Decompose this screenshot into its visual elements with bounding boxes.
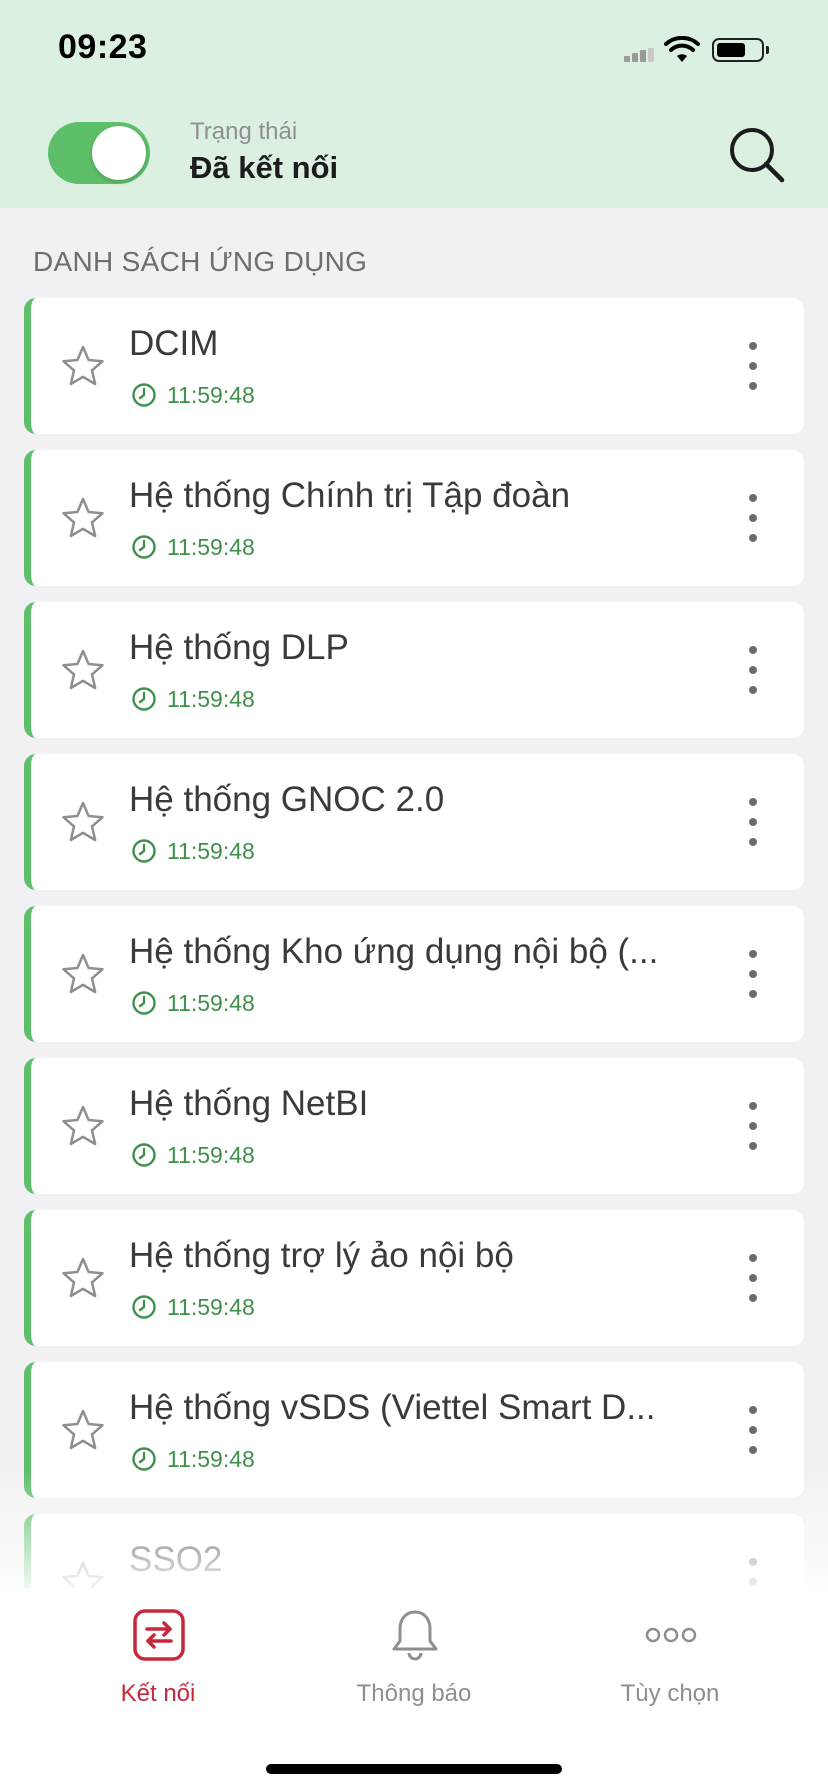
clock-icon	[132, 535, 156, 559]
app-name: Hệ thống trợ lý ảo nội bộ	[129, 1236, 514, 1275]
more-vertical-icon[interactable]	[743, 1100, 763, 1152]
more-vertical-icon[interactable]	[743, 340, 763, 392]
app-time: 11:59:48	[167, 1142, 255, 1168]
more-vertical-icon[interactable]	[743, 1252, 763, 1304]
more-vertical-icon[interactable]	[743, 644, 763, 696]
tab-options[interactable]: Tùy chọn	[532, 1588, 808, 1708]
connection-status-value: Đã kết nối	[190, 150, 339, 185]
more-vertical-icon[interactable]	[743, 1556, 763, 1588]
bell-icon	[392, 1610, 438, 1661]
tab-connect[interactable]: Kết nối	[20, 1588, 296, 1708]
signal-icon	[624, 48, 654, 62]
star-icon[interactable]	[61, 1256, 105, 1300]
more-vertical-icon[interactable]	[743, 796, 763, 848]
app-card[interactable]: Hệ thống Kho ứng dụng nội bộ (... 11:59:4…	[24, 906, 804, 1042]
app-name: Hệ thống NetBI	[129, 1084, 369, 1123]
clock-icon	[132, 839, 156, 863]
app-card[interactable]: SSO211:59:48	[24, 1514, 804, 1588]
tab-connect-label: Kết nối	[120, 1680, 196, 1707]
app-time: 11:59:48	[167, 534, 255, 560]
app-card[interactable]: Hệ thống DLP 11:59:48	[24, 602, 804, 738]
connect-icon	[133, 1609, 185, 1661]
star-icon[interactable]	[61, 496, 105, 540]
toggle-knob	[92, 126, 146, 180]
app-time: 11:59:48	[167, 1294, 255, 1320]
app-card[interactable]: Hệ thống trợ lý ảo nội bộ 11:59:48	[24, 1210, 804, 1346]
app-name: Hệ thống GNOC 2.0	[129, 780, 445, 819]
tab-bar: Kết nối Thông báo Tùy chọn	[0, 1588, 828, 1792]
clock-icon	[132, 1143, 156, 1167]
more-vertical-icon[interactable]	[743, 948, 763, 1000]
section-title: DANH SÁCH ỨNG DỤNG	[33, 246, 368, 277]
connection-toggle[interactable]	[48, 122, 150, 184]
wifi-icon	[664, 36, 700, 62]
app-name: SSO2	[129, 1540, 223, 1579]
tab-notifications-label: Thông báo	[356, 1680, 472, 1707]
app-card[interactable]: Hệ thống vSDS (Viettel Smart D... 11:59:4…	[24, 1362, 804, 1498]
app-card[interactable]: Hệ thống GNOC 2.0 11:59:48	[24, 754, 804, 890]
battery-icon	[712, 38, 769, 62]
clock-icon	[132, 1295, 156, 1319]
star-icon[interactable]	[61, 344, 105, 388]
app-name: DCIM	[129, 324, 219, 363]
star-icon[interactable]	[61, 1560, 105, 1588]
tab-options-label: Tùy chọn	[620, 1680, 720, 1707]
clock-icon	[132, 687, 156, 711]
star-icon[interactable]	[61, 648, 105, 692]
app-time: 11:59:48	[167, 382, 255, 408]
app-card[interactable]: Hệ thống NetBI 11:59:48	[24, 1058, 804, 1194]
star-icon[interactable]	[61, 1104, 105, 1148]
star-icon[interactable]	[61, 800, 105, 844]
clock-icon	[132, 383, 156, 407]
clock-icon	[132, 991, 156, 1015]
more-horizontal-icon	[645, 1627, 697, 1643]
app-name: Hệ thống DLP	[129, 628, 349, 667]
app-list[interactable]: DCIM 11:59:48 Hệ thống Chính trị Tập đoàn 1…	[0, 298, 828, 1588]
app-card[interactable]: Hệ thống Chính trị Tập đoàn 11:59:48	[24, 450, 804, 586]
app-time: 11:59:48	[167, 990, 255, 1016]
app-time: 11:59:48	[167, 838, 255, 864]
star-icon[interactable]	[61, 952, 105, 996]
app-card[interactable]: DCIM 11:59:48	[24, 298, 804, 434]
star-icon[interactable]	[61, 1408, 105, 1452]
tab-notifications[interactable]: Thông báo	[276, 1588, 552, 1708]
app-time: 11:59:48	[167, 1446, 255, 1472]
status-time: 09:23	[58, 28, 148, 66]
connection-status-label: Trạng thái	[190, 118, 298, 145]
more-vertical-icon[interactable]	[743, 1404, 763, 1456]
header: 09:23 Trạng thái Đã kết nối	[0, 0, 828, 208]
home-indicator	[266, 1764, 562, 1774]
search-icon[interactable]	[726, 124, 786, 184]
app-name: Hệ thống Chính trị Tập đoàn	[129, 476, 571, 515]
more-vertical-icon[interactable]	[743, 492, 763, 544]
clock-icon	[132, 1447, 156, 1471]
app-name: Hệ thống Kho ứng dụng nội bộ (...	[129, 932, 659, 971]
app-time: 11:59:48	[167, 686, 255, 712]
app-name: Hệ thống vSDS (Viettel Smart D...	[129, 1388, 656, 1427]
